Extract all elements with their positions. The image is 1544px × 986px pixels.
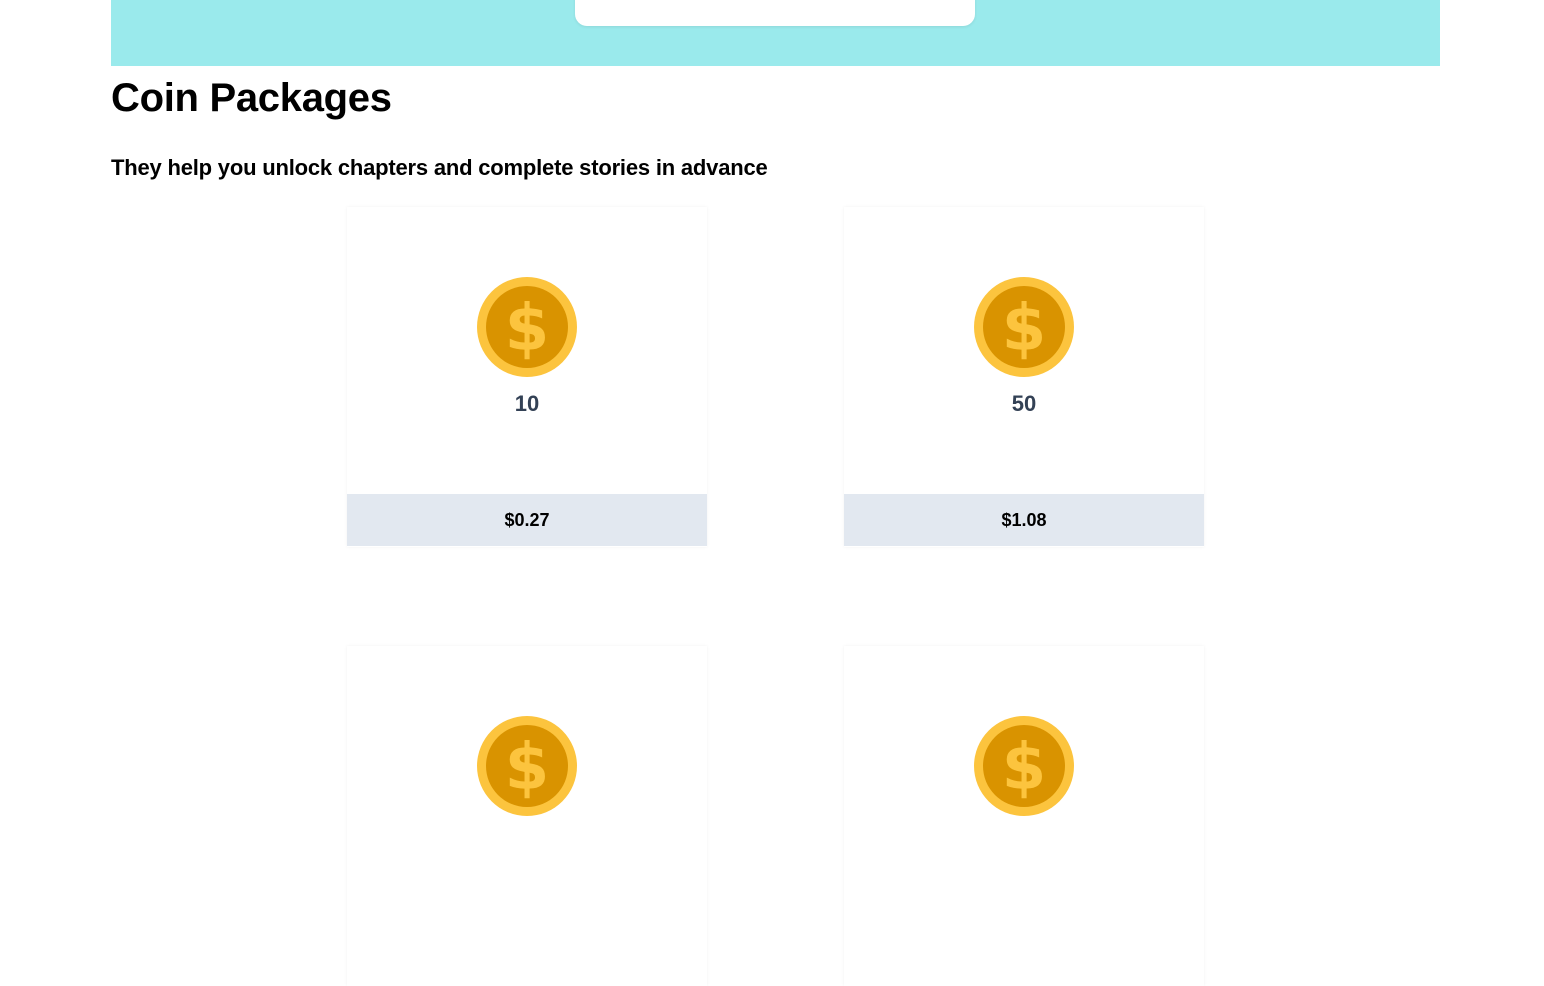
coin-dollar-icon: $ <box>477 716 577 816</box>
svg-text:$: $ <box>505 731 550 805</box>
coin-package-card[interactable]: $ <box>844 646 1204 986</box>
coin-dollar-icon: $ <box>974 277 1074 377</box>
coin-package-card[interactable]: $ <box>347 646 707 986</box>
coin-package-card[interactable]: $ 50 $1.08 <box>844 207 1204 547</box>
coin-package-card[interactable]: $ 10 $0.27 <box>347 207 707 547</box>
svg-text:$: $ <box>1002 292 1047 366</box>
search-box[interactable] <box>575 0 975 26</box>
top-banner <box>111 0 1440 66</box>
price-button[interactable]: $0.27 <box>347 494 707 546</box>
coin-amount: 50 <box>1011 391 1037 416</box>
svg-text:$: $ <box>1002 731 1047 805</box>
svg-text:$: $ <box>505 292 550 366</box>
page-title: Coin Packages <box>111 76 392 120</box>
coin-dollar-icon: $ <box>477 277 577 377</box>
page-subtitle: They help you unlock chapters and comple… <box>111 155 768 180</box>
price-button[interactable]: $1.08 <box>844 494 1204 546</box>
coin-dollar-icon: $ <box>974 716 1074 816</box>
coin-amount: 10 <box>514 391 540 416</box>
